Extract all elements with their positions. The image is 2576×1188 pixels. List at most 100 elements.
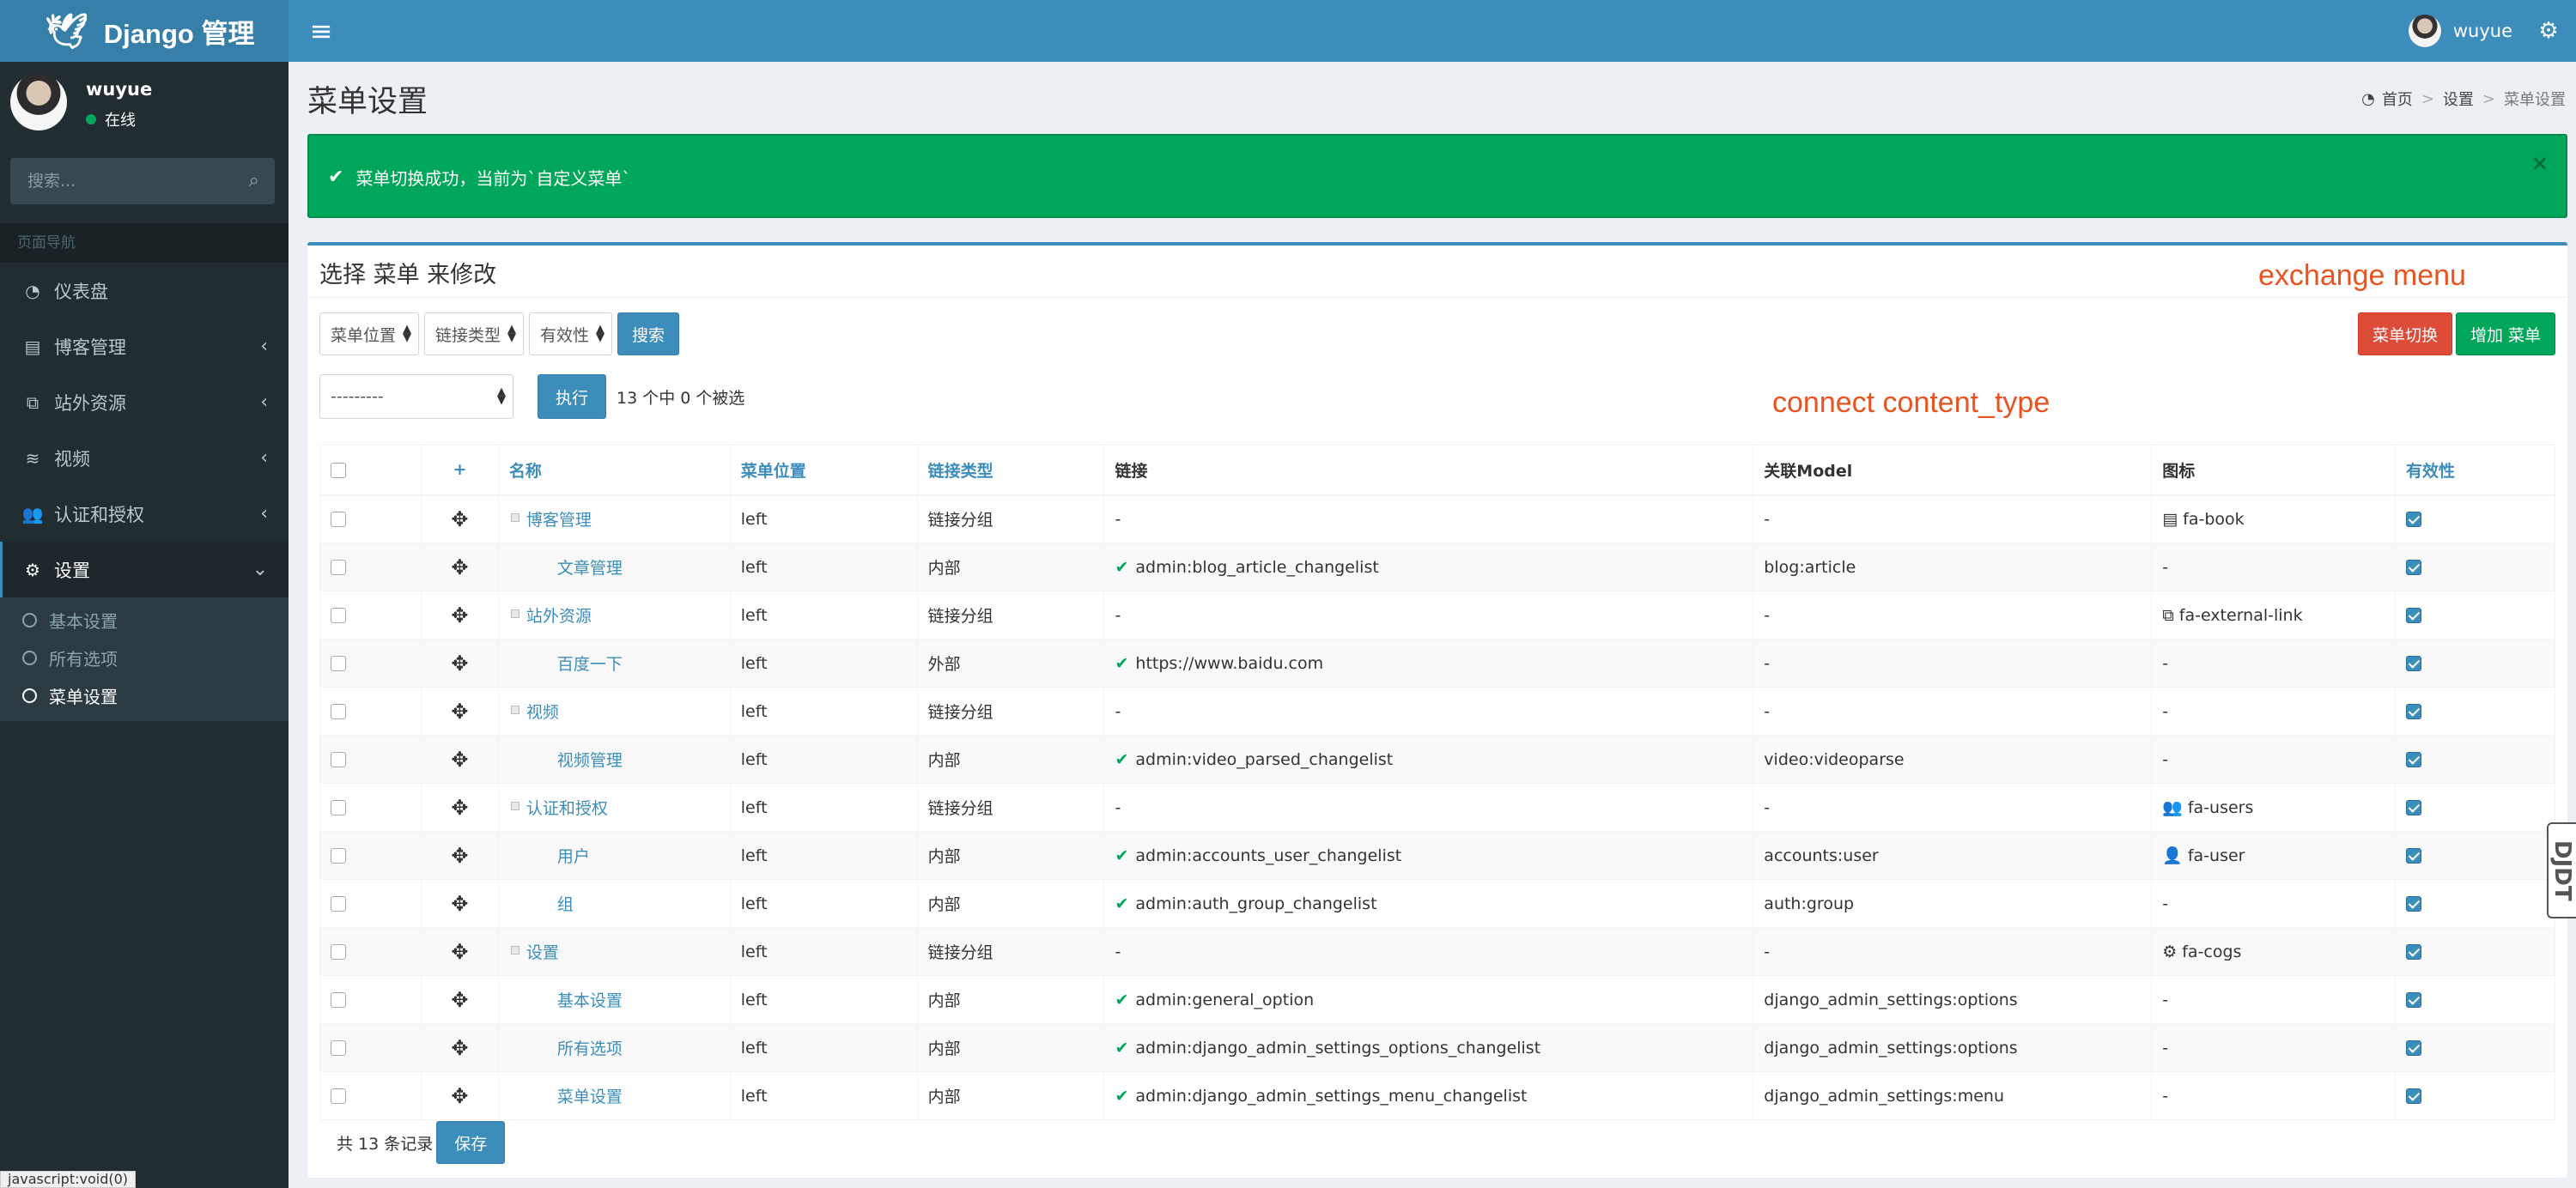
row-checkbox[interactable]: [331, 656, 346, 671]
row-checkbox[interactable]: [331, 608, 346, 623]
active-checkbox[interactable]: [2406, 800, 2422, 815]
table-row: ✥ 博客管理 left 链接分组 - - ▤ fa-book: [319, 494, 2555, 543]
column-header-position[interactable]: 菜单位置: [729, 445, 918, 496]
search-icon[interactable]: ⌕: [249, 170, 259, 191]
row-name-link[interactable]: 视频: [526, 703, 559, 722]
active-checkbox[interactable]: [2406, 560, 2422, 575]
row-name-link[interactable]: 认证和授权: [526, 799, 608, 818]
sidebar: wuyue 在线 ⌕ 页面导航 ◔ 仪表盘 ▤ 博客管理 ‹ ⧉ 站外资源 ‹ …: [0, 62, 289, 1188]
active-checkbox[interactable]: [2406, 512, 2422, 528]
active-checkbox[interactable]: [2406, 848, 2422, 864]
avatar: [2408, 15, 2441, 47]
breadcrumb-home[interactable]: 首页: [2382, 88, 2413, 110]
row-name-link[interactable]: 所有选项: [557, 1040, 623, 1058]
row-checkbox[interactable]: [331, 992, 346, 1008]
debug-toolbar-tab[interactable]: DJDT: [2547, 822, 2576, 918]
link-value: admin:video_parsed_changelist: [1135, 749, 1394, 769]
sidebar-item-blog[interactable]: ▤ 博客管理 ‹: [0, 318, 289, 374]
row-checkbox[interactable]: [331, 1088, 346, 1104]
move-icon[interactable]: ✥: [432, 844, 488, 868]
move-icon[interactable]: ✥: [432, 555, 488, 579]
active-checkbox[interactable]: [2406, 944, 2422, 960]
active-checkbox[interactable]: [2406, 752, 2422, 767]
column-header-drag[interactable]: +: [420, 445, 499, 496]
name-cell: 博客管理: [497, 494, 731, 543]
sidebar-item-label: 博客管理: [54, 336, 126, 358]
sidebar-item-video[interactable]: ≋ 视频 ‹: [0, 430, 289, 486]
row-checkbox[interactable]: [331, 800, 346, 815]
search-button[interactable]: 搜索: [617, 312, 680, 355]
column-header-type[interactable]: 链接类型: [916, 445, 1105, 496]
success-alert: ✔ 菜单切换成功，当前为`自定义菜单` ×: [307, 134, 2567, 218]
row-name-link[interactable]: 基本设置: [557, 991, 623, 1010]
move-icon[interactable]: ✥: [432, 652, 488, 676]
active-checkbox[interactable]: [2406, 992, 2422, 1008]
search-input[interactable]: [10, 158, 216, 204]
move-icon[interactable]: ✥: [432, 796, 488, 820]
active-checkbox[interactable]: [2406, 896, 2422, 912]
row-checkbox[interactable]: [331, 704, 346, 719]
close-icon[interactable]: ×: [2531, 151, 2549, 175]
row-checkbox[interactable]: [331, 560, 346, 575]
cogs-icon[interactable]: ⚙: [2531, 14, 2566, 48]
row-name-link[interactable]: 设置: [526, 943, 559, 962]
move-icon[interactable]: ✥: [432, 988, 488, 1012]
filter-active-select[interactable]: 有效性 ▲ ▼: [529, 312, 613, 355]
move-icon[interactable]: ✥: [432, 892, 488, 916]
active-checkbox[interactable]: [2406, 704, 2422, 719]
filter-position-select[interactable]: 菜单位置 ▲ ▼: [319, 312, 420, 355]
move-icon[interactable]: ✥: [432, 507, 488, 531]
save-button[interactable]: 保存: [436, 1121, 506, 1164]
sidebar-item-dashboard[interactable]: ◔ 仪表盘: [0, 263, 289, 318]
user-menu[interactable]: wuyue: [2408, 14, 2512, 48]
row-name-link[interactable]: 博客管理: [526, 511, 592, 530]
icon-cell: 👤 fa-user: [2151, 831, 2397, 880]
switch-menu-button[interactable]: 菜单切换: [2357, 312, 2452, 355]
move-icon[interactable]: ✥: [432, 603, 488, 627]
row-checkbox[interactable]: [331, 752, 346, 767]
active-checkbox[interactable]: [2406, 1088, 2422, 1104]
active-checkbox[interactable]: [2406, 1040, 2422, 1056]
submenu-item-menu[interactable]: 菜单设置: [0, 676, 289, 714]
app-logo[interactable]: 🕊 Django 管理: [0, 0, 289, 62]
name-cell: 视频管理: [497, 735, 731, 784]
row-checkbox[interactable]: [331, 512, 346, 528]
column-header-name[interactable]: 名称: [497, 445, 731, 496]
sidebar-item-auth[interactable]: 👥 认证和授权 ‹: [0, 486, 289, 542]
row-checkbox[interactable]: [331, 944, 346, 960]
select-all-checkbox[interactable]: [331, 462, 346, 478]
sidebar-item-external[interactable]: ⧉ 站外资源 ‹: [0, 374, 289, 430]
row-checkbox[interactable]: [331, 896, 346, 912]
row-checkbox[interactable]: [331, 848, 346, 864]
active-checkbox[interactable]: [2406, 608, 2422, 623]
chevron-left-icon: ‹: [260, 447, 268, 469]
sidebar-menu: ◔ 仪表盘 ▤ 博客管理 ‹ ⧉ 站外资源 ‹ ≋ 视频 ‹ 👥 认证和授权 ‹…: [0, 263, 289, 721]
move-icon[interactable]: ✥: [432, 700, 488, 724]
row-name-link[interactable]: 站外资源: [526, 607, 592, 626]
sidebar-item-settings[interactable]: ⚙ 设置 ⌄: [0, 542, 289, 597]
submenu-item-basic[interactable]: 基本设置: [0, 601, 289, 639]
submenu-item-options[interactable]: 所有选项: [0, 639, 289, 676]
run-action-button[interactable]: 执行: [538, 374, 606, 419]
row-name-link[interactable]: 文章管理: [557, 559, 623, 578]
row-name-link[interactable]: 菜单设置: [557, 1088, 623, 1106]
avatar: [10, 74, 67, 130]
column-header-active[interactable]: 有效性: [2395, 445, 2555, 496]
row-name-link[interactable]: 用户: [557, 847, 590, 866]
add-menu-button[interactable]: 增加 菜单: [2455, 312, 2555, 355]
breadcrumb-section[interactable]: 设置: [2443, 88, 2474, 110]
filter-linktype-select[interactable]: 链接类型 ▲ ▼: [424, 312, 525, 355]
row-name-link[interactable]: 百度一下: [557, 655, 623, 674]
action-select[interactable]: --------- ▲ ▼: [319, 374, 513, 419]
row-checkbox[interactable]: [331, 1040, 346, 1056]
row-name-link[interactable]: 视频管理: [557, 751, 623, 770]
move-icon[interactable]: ✥: [432, 1036, 488, 1060]
sidebar-toggle-icon[interactable]: ≡: [304, 14, 338, 48]
active-checkbox[interactable]: [2406, 656, 2422, 671]
group-marker-icon: [510, 946, 519, 955]
move-icon[interactable]: ✥: [432, 1084, 488, 1108]
drag-cell: ✥: [420, 735, 499, 784]
row-name-link[interactable]: 组: [557, 895, 574, 914]
move-icon[interactable]: ✥: [432, 940, 488, 964]
move-icon[interactable]: ✥: [432, 748, 488, 772]
